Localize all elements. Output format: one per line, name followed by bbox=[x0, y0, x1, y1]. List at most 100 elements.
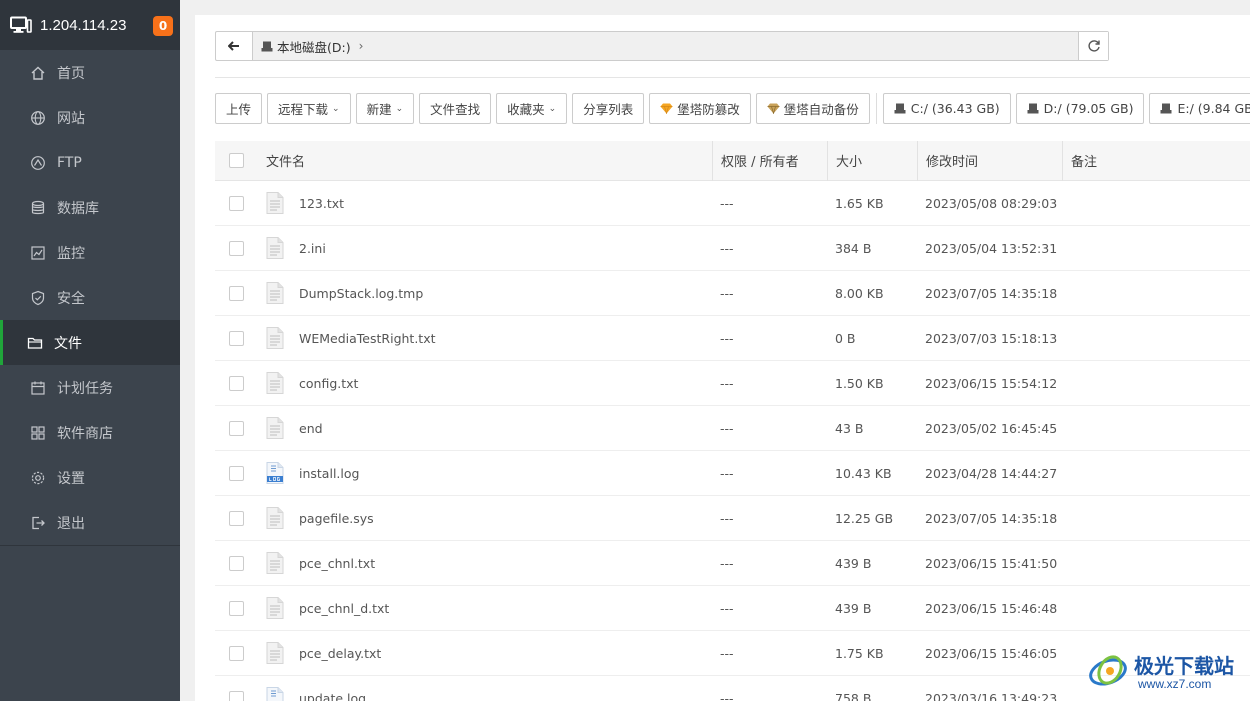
share-list-button[interactable]: 分享列表 bbox=[572, 93, 645, 124]
text-file-icon bbox=[266, 552, 284, 574]
file-name[interactable]: pagefile.sys bbox=[299, 511, 374, 526]
drive-e-button[interactable]: E:/ (9.84 GB) bbox=[1149, 93, 1250, 124]
sidebar-item-3[interactable]: 数据库 bbox=[0, 185, 180, 230]
back-button[interactable] bbox=[216, 32, 253, 60]
tamper-proof-button[interactable]: 堡塔防篡改 bbox=[649, 93, 751, 124]
file-perm[interactable]: --- bbox=[712, 376, 827, 391]
select-all-cell bbox=[215, 153, 257, 168]
globe-icon bbox=[30, 110, 46, 126]
row-checkbox[interactable] bbox=[228, 600, 244, 616]
sidebar-item-label: 计划任务 bbox=[57, 380, 113, 397]
row-checkbox[interactable] bbox=[228, 330, 244, 346]
col-perm[interactable]: 权限 / 所有者 bbox=[712, 140, 827, 181]
row-checkbox[interactable] bbox=[228, 375, 244, 391]
table-row[interactable]: install.log --- 10.43 KB 2023/04/28 14:44:2… bbox=[215, 451, 1250, 496]
text-file-icon bbox=[266, 507, 284, 529]
col-size[interactable]: 大小 bbox=[827, 140, 917, 181]
file-name[interactable]: end bbox=[299, 421, 323, 436]
logout-icon bbox=[30, 515, 46, 531]
sidebar-item-7[interactable]: 计划任务 bbox=[0, 365, 180, 410]
text-file-icon bbox=[266, 192, 284, 214]
sidebar-item-10[interactable]: 退出 bbox=[0, 500, 180, 545]
file-perm[interactable]: --- bbox=[712, 331, 827, 346]
file-size: 43 B bbox=[835, 420, 864, 436]
file-name[interactable]: 123.txt bbox=[299, 196, 344, 211]
row-name-cell: install.log bbox=[257, 462, 712, 484]
sidebar: 1.204.114.23 0 首页 网站 FTP 数据库 监控 安全 文件 计划任务 软件商店设… bbox=[0, 0, 180, 701]
table-row[interactable]: WEMediaTestRight.txt --- 0 B 2023/07/03 15:… bbox=[215, 316, 1250, 361]
watermark-url: www.xz7.com bbox=[1138, 677, 1212, 691]
auto-backup-button[interactable]: 堡塔自动备份 bbox=[755, 93, 870, 124]
remote-download-button[interactable]: 远程下载 ⌄ bbox=[267, 93, 351, 124]
file-mtime: 2023/06/15 15:41:50 bbox=[925, 555, 1058, 571]
file-perm[interactable]: --- bbox=[712, 466, 827, 481]
table-row[interactable]: pagefile.sys --- 12.25 GB 2023/07/05 14:35:… bbox=[215, 496, 1250, 541]
drive-c-button[interactable]: C:/ (36.43 GB) bbox=[882, 93, 1011, 124]
drive-d-button[interactable]: D:/ (79.05 GB) bbox=[1015, 93, 1145, 124]
file-name[interactable]: DumpStack.log.tmp bbox=[299, 286, 423, 301]
notification-badge[interactable]: 0 bbox=[153, 16, 173, 36]
file-name[interactable]: WEMediaTestRight.txt bbox=[299, 331, 436, 346]
remote-download-label: 远程下载 bbox=[278, 102, 329, 117]
file-name[interactable]: pce_chnl.txt bbox=[299, 556, 375, 571]
file-perm[interactable]: --- bbox=[712, 646, 827, 661]
sidebar-item-9[interactable]: 设置 bbox=[0, 455, 180, 500]
file-name[interactable]: config.txt bbox=[299, 376, 358, 391]
file-perm[interactable]: --- bbox=[712, 556, 827, 571]
row-checkbox[interactable] bbox=[228, 690, 244, 701]
col-mtime[interactable]: 修改时间 bbox=[917, 140, 1062, 181]
table-row[interactable]: end --- 43 B 2023/05/02 16:45:45 bbox=[215, 406, 1250, 451]
chevron-right-icon: › bbox=[358, 39, 364, 53]
sidebar-item-1[interactable]: 网站 bbox=[0, 95, 180, 140]
file-name[interactable]: pce_chnl_d.txt bbox=[299, 601, 389, 616]
row-checkbox[interactable] bbox=[228, 645, 244, 661]
upload-button[interactable]: 上传 bbox=[215, 93, 263, 124]
sidebar-item-2[interactable]: FTP bbox=[0, 140, 180, 185]
file-perm[interactable]: --- bbox=[712, 601, 827, 616]
col-name[interactable]: 文件名 bbox=[257, 141, 712, 181]
table-row[interactable]: pce_chnl_d.txt --- 439 B 2023/06/15 15:46:4… bbox=[215, 586, 1250, 631]
file-perm[interactable]: --- bbox=[712, 286, 827, 301]
new-button[interactable]: 新建 ⌄ bbox=[355, 93, 415, 124]
file-perm[interactable]: --- bbox=[712, 241, 827, 256]
file-name[interactable]: pce_delay.txt bbox=[299, 646, 381, 661]
file-size: 1.75 KB bbox=[835, 645, 884, 661]
diamond-icon bbox=[660, 103, 673, 114]
row-checkbox[interactable] bbox=[228, 420, 244, 436]
file-perm[interactable]: --- bbox=[712, 511, 827, 526]
table-row[interactable]: pce_chnl.txt --- 439 B 2023/06/15 15:41:50 bbox=[215, 541, 1250, 586]
sidebar-footer-area bbox=[0, 545, 180, 701]
row-checkbox[interactable] bbox=[228, 465, 244, 481]
file-search-button[interactable]: 文件查找 bbox=[419, 93, 492, 124]
sidebar-item-5[interactable]: 安全 bbox=[0, 275, 180, 320]
file-perm[interactable]: --- bbox=[712, 196, 827, 211]
row-name-cell: pce_chnl.txt bbox=[257, 552, 712, 574]
file-perm[interactable]: --- bbox=[712, 421, 827, 436]
sidebar-item-4[interactable]: 监控 bbox=[0, 230, 180, 275]
table-row[interactable]: config.txt --- 1.50 KB 2023/06/15 15:54:12 bbox=[215, 361, 1250, 406]
table-body: 123.txt --- 1.65 KB 2023/05/08 08:29:03 2.in… bbox=[215, 181, 1250, 701]
favorites-button[interactable]: 收藏夹 ⌄ bbox=[496, 93, 568, 124]
refresh-button[interactable] bbox=[1078, 32, 1108, 60]
arrow-left-icon bbox=[228, 41, 239, 51]
sidebar-item-8[interactable]: 软件商店 bbox=[0, 410, 180, 455]
row-checkbox[interactable] bbox=[228, 240, 244, 256]
row-checkbox[interactable] bbox=[228, 285, 244, 301]
row-checkbox[interactable] bbox=[228, 195, 244, 211]
row-checkbox[interactable] bbox=[228, 510, 244, 526]
breadcrumb-disk[interactable]: 本地磁盘(D:) bbox=[277, 37, 351, 56]
sidebar-item-6[interactable]: 文件 bbox=[0, 320, 180, 365]
row-checkbox[interactable] bbox=[228, 555, 244, 571]
chevron-down-icon: ⌄ bbox=[548, 103, 557, 114]
table-row[interactable]: 2.ini --- 384 B 2023/05/04 13:52:31 bbox=[215, 226, 1250, 271]
file-name[interactable]: 2.ini bbox=[299, 241, 326, 256]
table-row[interactable]: DumpStack.log.tmp --- 8.00 KB 2023/07/05 14… bbox=[215, 271, 1250, 316]
path-input[interactable]: 本地磁盘(D:) › bbox=[253, 32, 1078, 60]
select-all-checkbox[interactable] bbox=[228, 153, 244, 168]
row-check-cell bbox=[215, 240, 257, 256]
file-perm[interactable]: --- bbox=[712, 691, 827, 701]
file-name[interactable]: install.log bbox=[299, 466, 359, 481]
sidebar-item-0[interactable]: 首页 bbox=[0, 50, 180, 95]
file-name[interactable]: update.log bbox=[299, 691, 366, 701]
table-row[interactable]: 123.txt --- 1.65 KB 2023/05/08 08:29:03 bbox=[215, 181, 1250, 226]
